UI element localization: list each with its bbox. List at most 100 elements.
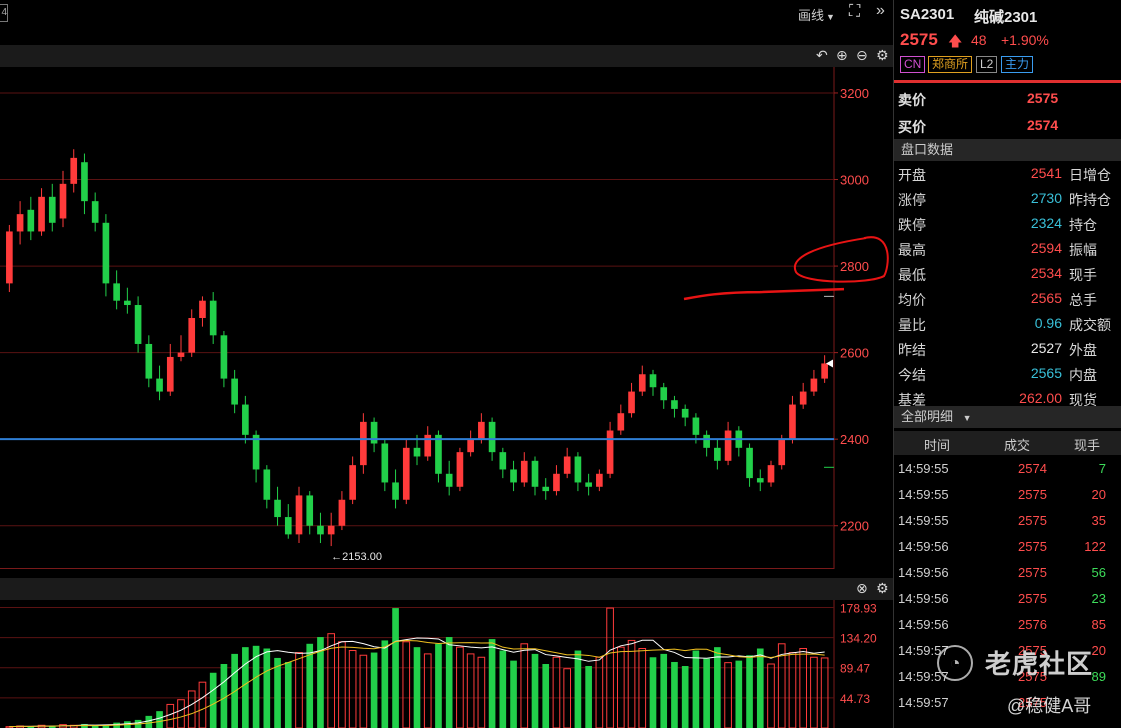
stats-section-header[interactable]: 盘口数据 [894, 139, 1121, 161]
stat-row: 量比 0.96 成交额 [894, 312, 1121, 337]
trades-column-header: 时间 成交 现手 [894, 431, 1121, 455]
bid-price: 2574 [1027, 117, 1059, 133]
stat-row: 今结 2565 内盘 [894, 362, 1121, 387]
volume-tick-label: 134.20 [840, 632, 877, 646]
volume-bar [703, 658, 710, 728]
candlestick-chart[interactable]: 3200 3000 2800 2600 2400 2200 ←2153.00 [0, 67, 893, 569]
candle-body [209, 300, 217, 336]
price-tick-label: 3200 [840, 86, 869, 101]
volume-bar [284, 661, 292, 728]
volume-tick-label: 178.93 [840, 601, 877, 615]
trades-section-header[interactable]: 全部明细 ▼ [894, 406, 1121, 428]
zoom-in-icon[interactable]: ⊕ [836, 47, 848, 63]
volume-chart-header: ⊗ ⚙ [0, 578, 893, 600]
draw-line-button[interactable]: 画线 ▼ [798, 5, 835, 24]
trade-volume: 122 [1084, 539, 1106, 554]
volume-bar [187, 690, 196, 728]
price-change: 48 [971, 32, 987, 48]
stat-row: 最低 2534 现手 [894, 262, 1121, 287]
bid-row[interactable]: 买价 2574 [894, 113, 1121, 137]
volume-bar [166, 703, 175, 728]
candle-body [649, 374, 657, 388]
volume-bar [756, 648, 764, 728]
candle-body [284, 517, 292, 535]
volume-bar [820, 657, 829, 728]
candle-body [360, 421, 367, 466]
volume-bar [638, 648, 647, 728]
candle-body [327, 525, 335, 535]
candle-body [81, 162, 88, 202]
stat-value: 2594 [1030, 240, 1062, 256]
volume-bar [788, 652, 797, 728]
candle-body [338, 499, 346, 526]
stat-value: 0.96 [1034, 315, 1062, 331]
trade-volume: 56 [1091, 565, 1106, 580]
quote-header: SA2301 纯碱2301 2575 🡅 48 +1.90% CN 郑商所 L2… [894, 0, 1121, 83]
candle-body [703, 434, 710, 448]
candle-body [520, 460, 528, 483]
candle-body [510, 469, 517, 483]
stat-row: 开盘 2541 日增仓 [894, 162, 1121, 187]
stat-label-secondary: 内盘 [1069, 367, 1097, 383]
volume-bar [488, 639, 496, 728]
ask-row[interactable]: 卖价 2575 [894, 86, 1121, 110]
candle-body [199, 300, 206, 318]
candle-body [424, 434, 432, 457]
stat-label: 今结 [898, 367, 926, 383]
double-chevron-right-icon[interactable]: » [876, 2, 885, 20]
trade-row[interactable]: 14:59:56 2575 56 [894, 561, 1121, 587]
volume-bar [616, 646, 625, 728]
price-tick-label: 2600 [840, 346, 869, 361]
badge-l2: L2 [976, 56, 998, 73]
gear-icon[interactable]: ⚙ [876, 580, 889, 596]
volume-bar [145, 715, 153, 728]
zoom-out-icon[interactable]: ⊖ [856, 47, 868, 63]
candle-body [778, 439, 786, 466]
stat-label-secondary: 日增仓 [1069, 167, 1111, 183]
volume-chart[interactable]: 178.93 134.20 89.47 44.73 [0, 600, 893, 728]
trade-price: 2576 [1018, 617, 1047, 632]
volume-bar [649, 657, 657, 728]
trade-row[interactable]: 14:59:56 2575 122 [894, 535, 1121, 561]
expand-icon[interactable]: ⛶ [849, 3, 860, 21]
trade-row[interactable]: 14:59:55 2574 7 [894, 457, 1121, 483]
volume-bar [445, 637, 453, 728]
volume-bar [177, 699, 185, 728]
volume-bar [466, 653, 475, 728]
candle-body [38, 196, 45, 232]
close-icon[interactable]: ⊗ [856, 580, 868, 596]
gear-icon[interactable]: ⚙ [876, 47, 889, 63]
trade-volume: 35 [1091, 513, 1106, 528]
col-time: 时间 [924, 438, 951, 453]
trade-row[interactable]: 14:59:55 2575 20 [894, 483, 1121, 509]
candle-body [145, 343, 153, 379]
candle-body [681, 408, 689, 418]
stat-row: 跌停 2324 持仓 [894, 212, 1121, 237]
watermark-site: 老虎社区 [985, 649, 1094, 679]
left-edge-tab[interactable]: 4 [0, 4, 8, 22]
candle-body [596, 473, 603, 487]
candle-body [402, 447, 410, 500]
volume-bar [660, 653, 668, 728]
trade-row[interactable]: 14:59:56 2576 85 [894, 613, 1121, 639]
stat-label-secondary: 现手 [1069, 267, 1097, 283]
volume-bar [413, 647, 421, 728]
candle-body [91, 201, 99, 223]
volume-bar [456, 646, 464, 728]
col-volume: 现手 [1074, 438, 1101, 453]
candle-body [392, 482, 399, 500]
candle-body [188, 318, 196, 353]
volume-tick-label: 89.47 [840, 662, 870, 676]
candle-body [156, 378, 163, 392]
trade-row[interactable]: 14:59:55 2575 35 [894, 509, 1121, 535]
candle-body [821, 363, 828, 379]
symbol-code: SA2301 [900, 6, 955, 23]
candle-body [638, 374, 646, 392]
trade-row[interactable]: 14:59:56 2575 23 [894, 587, 1121, 613]
undo-icon[interactable]: ↶ [816, 47, 828, 63]
price-tick-label: 2800 [840, 259, 869, 274]
trade-time: 14:59:55 [898, 461, 949, 476]
stat-value: 2565 [1030, 290, 1062, 306]
candle-body [70, 157, 78, 184]
stat-value: 2534 [1030, 265, 1062, 281]
